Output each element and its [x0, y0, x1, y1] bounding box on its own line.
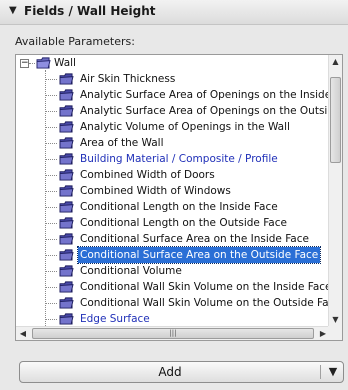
- tree-rows: − Wall Air Skin Thickness Analytic Surfac…: [16, 55, 330, 327]
- tree-item[interactable]: Conditional Length on the Outside Face: [16, 215, 330, 231]
- tree-item[interactable]: Conditional Surface Area on the Inside F…: [16, 231, 330, 247]
- tree-connector: [45, 159, 57, 160]
- tree-connector: [45, 287, 57, 288]
- tree-item[interactable]: Analytic Surface Area of Openings on the…: [16, 87, 330, 103]
- horizontal-scroll-thumb[interactable]: |||: [32, 328, 314, 339]
- tree-connector: [45, 239, 57, 240]
- panel-title: Fields / Wall Height: [24, 4, 156, 18]
- parameter-folder-icon: [59, 121, 74, 133]
- tree-item-label: Conditional Length on the Inside Face: [80, 201, 278, 213]
- tree-item-label: Analytic Volume of Openings in the Wall: [80, 121, 290, 133]
- tree-connector: [45, 79, 57, 80]
- tree-item-label: Conditional Surface Area on the Inside F…: [80, 233, 309, 245]
- parameter-folder-icon: [59, 313, 74, 325]
- vertical-scroll-thumb[interactable]: [330, 77, 341, 163]
- fields-panel-header[interactable]: ▼ Fields / Wall Height: [0, 0, 348, 25]
- tree-connector: [45, 271, 57, 272]
- tree-connector: [45, 255, 57, 256]
- tree-item[interactable]: Area of the Wall: [16, 135, 330, 151]
- tree-item[interactable]: Conditional Wall Skin Volume on the Outs…: [16, 295, 330, 311]
- tree-connector: [29, 63, 35, 64]
- parameter-folder-icon: [59, 153, 74, 165]
- vertical-scrollbar[interactable]: ▲ ▼: [328, 55, 342, 327]
- tree-item-label: Conditional Length on the Outside Face: [80, 217, 287, 229]
- parameter-folder-icon: [59, 185, 74, 197]
- tree-item-label: Analytic Surface Area of Openings on the…: [80, 105, 330, 117]
- parameter-folder-icon: [59, 105, 74, 117]
- add-button-label: Add: [158, 365, 182, 379]
- tree-item[interactable]: Conditional Length on the Inside Face: [16, 199, 330, 215]
- scroll-down-icon[interactable]: ▼: [329, 313, 342, 327]
- tree-root-label: Wall: [54, 57, 76, 69]
- tree-item-label: Edge Surface: [80, 313, 150, 325]
- tree-item-label: Analytic Surface Area of Openings on the…: [80, 89, 330, 101]
- parameter-folder-icon: [59, 201, 74, 213]
- tree-item[interactable]: Analytic Volume of Openings in the Wall: [16, 119, 330, 135]
- parameter-folder-icon: [59, 249, 74, 261]
- tree-item[interactable]: Combined Width of Windows: [16, 183, 330, 199]
- tree-item[interactable]: Conditional Surface Area on the Outside …: [16, 246, 330, 264]
- add-button-separator: [320, 365, 321, 379]
- tree-connector: [45, 319, 57, 320]
- tree-item-label: Combined Width of Windows: [80, 185, 231, 197]
- tree-item[interactable]: Edge Surface: [16, 311, 330, 327]
- wall-folder-icon: [36, 57, 51, 69]
- tree-item[interactable]: Conditional Wall Skin Volume on the Insi…: [16, 279, 330, 295]
- parameter-folder-icon: [59, 137, 74, 149]
- tree-root-wall[interactable]: − Wall: [16, 55, 330, 71]
- parameter-folder-icon: [59, 169, 74, 181]
- tree-item[interactable]: Building Material / Composite / Profile: [16, 151, 330, 167]
- add-button[interactable]: Add ▼: [19, 361, 344, 383]
- tree-connector: [45, 223, 57, 224]
- parameter-folder-icon: [59, 281, 74, 293]
- tree-connector: [45, 143, 57, 144]
- tree-item-label: Conditional Wall Skin Volume on the Outs…: [80, 297, 330, 309]
- tree-item-label: Conditional Surface Area on the Outside …: [76, 246, 322, 264]
- tree-item[interactable]: Air Skin Thickness: [16, 71, 330, 87]
- scrollbar-corner: [328, 326, 342, 340]
- tree-item-label: Area of the Wall: [80, 137, 164, 149]
- parameters-tree[interactable]: − Wall Air Skin Thickness Analytic Surfac…: [15, 54, 343, 341]
- tree-connector: [45, 191, 57, 192]
- tree-item-label: Air Skin Thickness: [80, 73, 176, 85]
- parameter-folder-icon: [59, 265, 74, 277]
- tree-connector: [45, 207, 57, 208]
- tree-item[interactable]: Conditional Volume: [16, 263, 330, 279]
- available-parameters-label: Available Parameters:: [15, 35, 135, 48]
- tree-item-label: Conditional Volume: [80, 265, 182, 277]
- tree-item[interactable]: Combined Width of Doors: [16, 167, 330, 183]
- tree-connector: [45, 127, 57, 128]
- parameter-folder-icon: [59, 233, 74, 245]
- tree-connector: [45, 95, 57, 96]
- tree-connector: [45, 175, 57, 176]
- parameter-folder-icon: [59, 73, 74, 85]
- tree-connector: [45, 111, 57, 112]
- parameter-folder-icon: [59, 217, 74, 229]
- tree-item-label: Combined Width of Doors: [80, 169, 215, 181]
- parameter-folder-icon: [59, 297, 74, 309]
- tree-item-label: Building Material / Composite / Profile: [80, 153, 278, 165]
- tree-connector: [45, 303, 57, 304]
- parameter-folder-icon: [59, 89, 74, 101]
- tree-item[interactable]: Analytic Surface Area of Openings on the…: [16, 103, 330, 119]
- collapse-expander-icon[interactable]: −: [20, 59, 29, 68]
- collapse-triangle-icon[interactable]: ▼: [9, 5, 17, 16]
- add-dropdown-arrow-icon[interactable]: ▼: [324, 362, 342, 382]
- tree-item-label: Conditional Wall Skin Volume on the Insi…: [80, 281, 330, 293]
- horizontal-scrollbar[interactable]: ◀ ||| ▶: [16, 326, 330, 340]
- scroll-up-icon[interactable]: ▲: [329, 55, 342, 69]
- scroll-left-icon[interactable]: ◀: [16, 327, 30, 340]
